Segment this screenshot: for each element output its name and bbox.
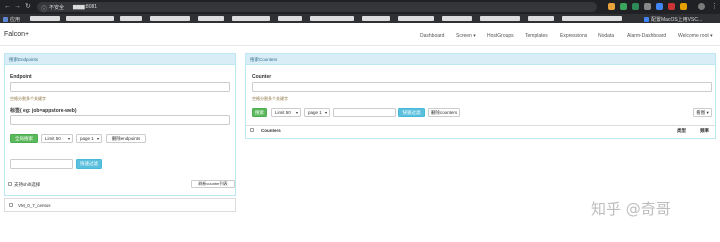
- counter-hint: 空格分割多个关键字: [252, 96, 288, 101]
- view-graph-button[interactable]: 看图 ▾: [693, 108, 712, 117]
- col-counters: Counters: [261, 128, 281, 133]
- panel-title: 搜索Counters: [246, 54, 715, 65]
- extension-icon[interactable]: [620, 3, 627, 10]
- shift-select-label: 支持shift选择: [14, 182, 41, 187]
- page-select[interactable]: page 1 ▾: [76, 134, 102, 143]
- bookmark-item[interactable]: [198, 16, 224, 21]
- col-frequency: 频率: [700, 128, 709, 133]
- limit-select[interactable]: Limit 50 ▾: [271, 108, 301, 117]
- counters-panel: 搜索Counters Counter 空格分割多个关键字 搜索 Limit 50…: [245, 53, 716, 139]
- page-select[interactable]: page 1 ▾: [304, 108, 330, 117]
- nav-alarm-dashboard[interactable]: Alarm-Dashboard: [627, 33, 666, 39]
- watermark: 知乎 @奇哥: [591, 200, 671, 218]
- bookmark-item[interactable]: [150, 16, 190, 21]
- nav-dashboard[interactable]: Dashboard: [420, 33, 444, 39]
- panel-title: 搜索Endpoints: [5, 54, 235, 65]
- chevron-down-icon: ▾: [295, 110, 298, 115]
- brand-logo[interactable]: Falcon+: [4, 31, 29, 38]
- host-name[interactable]: VM_0_7_centos: [18, 203, 51, 208]
- url-text[interactable]: ▆▆▆:8081: [73, 4, 97, 10]
- extension-icon[interactable]: [632, 3, 639, 10]
- host-list: VM_0_7_centos: [4, 198, 236, 212]
- nav-nodata[interactable]: Nodata: [598, 33, 614, 39]
- bookmark-item[interactable]: [232, 16, 270, 21]
- bookmark-item[interactable]: [562, 16, 622, 21]
- apps-icon: [3, 16, 8, 22]
- tag-input[interactable]: [10, 115, 230, 125]
- menu-icon[interactable]: ⋮: [711, 3, 718, 10]
- chevron-down-icon: ▾: [96, 136, 99, 141]
- bookmark-item[interactable]: [310, 16, 354, 21]
- quick-filter-button[interactable]: 快速过滤: [76, 159, 102, 169]
- delete-endpoints-button[interactable]: 删除endpoints: [106, 134, 146, 143]
- security-label: 不安全: [49, 5, 65, 11]
- forward-icon[interactable]: →: [14, 3, 21, 10]
- tag-label: 标签( eg: job=appstore-web): [10, 108, 77, 114]
- endpoint-label: Endpoint: [10, 74, 32, 80]
- endpoints-panel: 搜索Endpoints Endpoint 空格分割多个关键字 标签( eg: j…: [4, 53, 236, 196]
- bookmark-item[interactable]: [442, 16, 472, 21]
- bookmark-item[interactable]: [278, 16, 302, 21]
- extension-icon[interactable]: [656, 3, 663, 10]
- browser-toolbar: ← → ↻ ⓘ 不安全 ▆▆▆:8081 ⋮: [0, 0, 720, 14]
- filter-input[interactable]: [333, 108, 396, 117]
- bookmark-item[interactable]: [362, 16, 390, 21]
- endpoint-input[interactable]: [10, 82, 230, 92]
- shift-select-checkbox[interactable]: [8, 182, 12, 186]
- nav-expressions[interactable]: Expressions: [560, 33, 587, 39]
- delete-counters-button[interactable]: 删除counters: [428, 108, 460, 117]
- search-button[interactable]: 搜索: [252, 108, 267, 117]
- bookmark-item[interactable]: [66, 16, 114, 21]
- extension-icon[interactable]: [680, 3, 687, 10]
- bookmark-item[interactable]: [120, 16, 142, 21]
- col-type: 类型: [677, 128, 686, 133]
- address-bar[interactable]: ⓘ 不安全 ▆▆▆:8081: [37, 2, 597, 13]
- bookmark-item[interactable]: [30, 16, 60, 21]
- extension-icon[interactable]: [644, 3, 651, 10]
- quick-filter-button[interactable]: 快速过滤: [398, 108, 425, 117]
- bookmarks-bar: 应用 配置MacOS上用VSC...: [0, 14, 720, 23]
- avatar[interactable]: [698, 3, 705, 10]
- bookmark-item[interactable]: [398, 16, 434, 21]
- counter-label: Counter: [252, 74, 272, 80]
- nav-hostgroups[interactable]: HostGroups: [487, 33, 514, 39]
- filter-input[interactable]: [10, 159, 73, 169]
- refresh-counters-button[interactable]: 刷新counter列表: [191, 180, 235, 188]
- extension-icon[interactable]: [608, 3, 615, 10]
- info-icon[interactable]: ⓘ: [41, 4, 47, 13]
- bookmark-vscode[interactable]: 配置MacOS上用VSC...: [644, 16, 702, 23]
- divider: [246, 125, 715, 126]
- bookmark-item[interactable]: [528, 16, 554, 21]
- limit-select[interactable]: Limit 50 ▾: [41, 134, 73, 143]
- counter-input[interactable]: [252, 82, 712, 92]
- extension-icon[interactable]: [668, 3, 675, 10]
- global-search-button[interactable]: 全局搜索: [10, 134, 38, 143]
- back-icon[interactable]: ←: [4, 3, 11, 10]
- app-navbar: Falcon+ Dashboard Screen ▾ HostGroups Te…: [0, 23, 720, 46]
- host-checkbox[interactable]: [9, 203, 13, 207]
- bookmark-icon: [644, 16, 649, 22]
- chevron-down-icon: ▾: [324, 110, 327, 115]
- endpoint-hint: 空格分割多个关键字: [10, 96, 46, 101]
- bookmark-item[interactable]: [480, 16, 520, 21]
- nav-screen[interactable]: Screen ▾: [456, 33, 476, 39]
- chevron-down-icon: ▾: [67, 136, 70, 141]
- nav-user-menu[interactable]: Welcome root ▾: [678, 33, 713, 39]
- bookmark-apps[interactable]: 应用: [3, 16, 20, 23]
- nav-templates[interactable]: Templates: [525, 33, 548, 39]
- reload-icon[interactable]: ↻: [25, 3, 31, 10]
- select-all-checkbox[interactable]: [250, 128, 254, 132]
